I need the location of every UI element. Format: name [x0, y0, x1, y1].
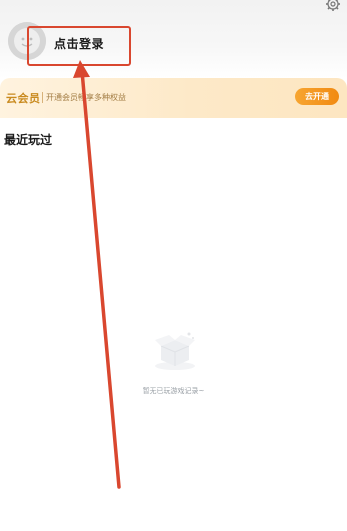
annotation-highlight-box [27, 26, 131, 66]
vip-banner[interactable]: 云会员 开通会员畅享多种权益 去开通 [0, 78, 347, 118]
recent-played-title: 最近玩过 [4, 133, 53, 147]
profile-header: 点击登录 [0, 0, 347, 78]
gear-icon[interactable] [325, 0, 341, 12]
empty-state-text: 暂无已玩游戏记录~ [142, 387, 205, 395]
empty-box-icon [155, 332, 195, 370]
vip-divider [42, 92, 43, 103]
vip-description: 开通会员畅享多种权益 [46, 93, 126, 102]
vip-title: 云会员 [6, 92, 41, 105]
open-vip-button[interactable]: 去开通 [295, 88, 339, 105]
